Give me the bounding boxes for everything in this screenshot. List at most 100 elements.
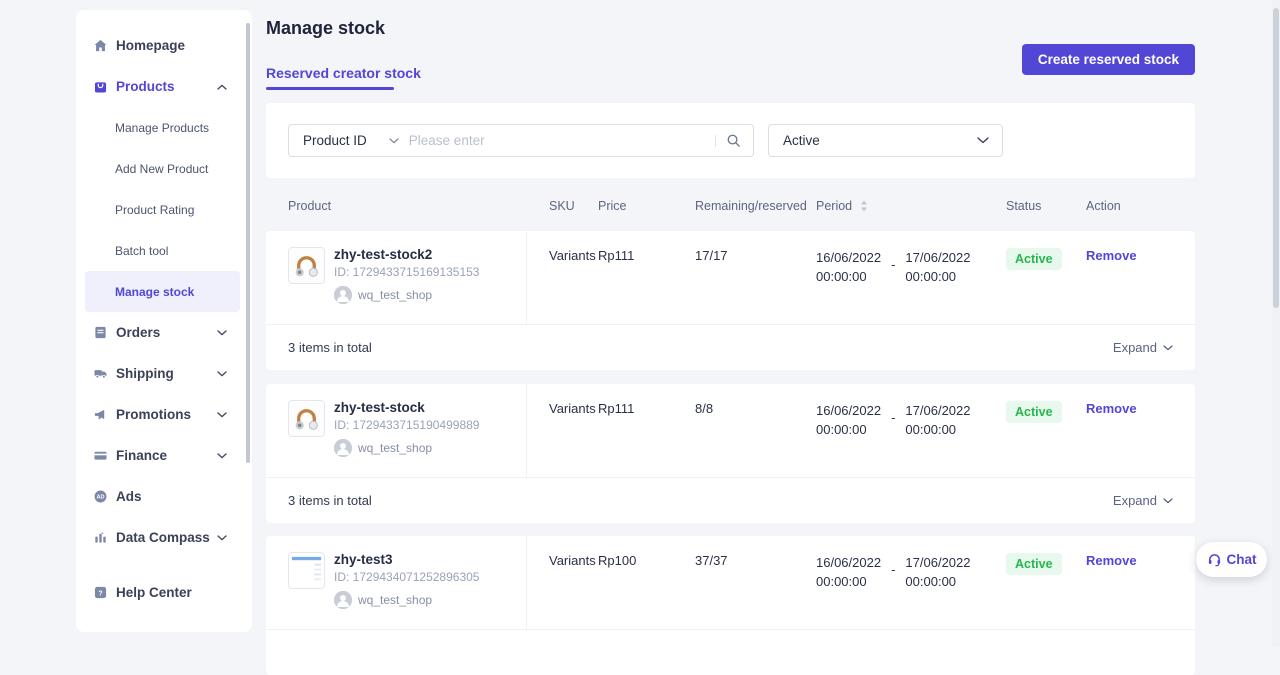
column-header-period-label: Period xyxy=(816,199,852,213)
sidebar-item-homepage[interactable]: Homepage xyxy=(76,25,252,66)
sidebar-item-batch-tool[interactable]: Batch tool xyxy=(76,230,252,271)
tab-reserved-creator-stock[interactable]: Reserved creator stock xyxy=(266,65,421,81)
expand-button[interactable]: Expand xyxy=(1113,340,1173,355)
product-id: ID: 1729434071252896305 xyxy=(334,570,479,584)
remaining-value: 17/17 xyxy=(695,231,816,324)
svg-text:AD: AD xyxy=(96,495,104,501)
shop-avatar xyxy=(334,439,352,457)
status-cell: Active xyxy=(1006,536,1086,629)
product-cell: zhy-test-stock2 ID: 1729433715169135153 … xyxy=(266,231,527,324)
action-cell: Remove xyxy=(1086,231,1195,324)
sidebar-item-label: Products xyxy=(116,79,175,94)
period-start-date: 16/06/2022 xyxy=(816,553,881,572)
period-end-date: 17/06/2022 xyxy=(905,401,970,420)
period-end: 17/06/2022 00:00:00 xyxy=(905,248,970,286)
remove-button[interactable]: Remove xyxy=(1086,401,1137,416)
product-id: ID: 1729433715190499889 xyxy=(334,418,479,432)
product-cell: zhy-test3 ID: 1729434071252896305 wq_tes… xyxy=(266,536,527,629)
sidebar-item-promotions[interactable]: Promotions xyxy=(76,394,252,435)
period-end-time: 00:00:00 xyxy=(905,572,970,591)
shop-row: wq_test_shop xyxy=(334,286,479,304)
group-footer xyxy=(266,629,1195,675)
product-id: ID: 1729433715169135153 xyxy=(334,265,479,279)
column-header-product: Product xyxy=(266,199,527,213)
chevron-down-icon xyxy=(217,412,227,418)
sku-value: Variants xyxy=(527,231,598,324)
column-header-remaining: Remaining/reserved xyxy=(695,199,816,213)
stock-group: zhy-test-stock2 ID: 1729433715169135153 … xyxy=(266,231,1195,370)
sidebar-item-add-new-product[interactable]: Add New Product xyxy=(76,148,252,189)
sidebar-item-help-center[interactable]: ? Help Center xyxy=(76,572,252,613)
sidebar-item-label: Ads xyxy=(116,489,142,504)
product-name[interactable]: zhy-test-stock2 xyxy=(334,247,479,262)
sidebar-item-product-rating[interactable]: Product Rating xyxy=(76,189,252,230)
shop-avatar xyxy=(334,286,352,304)
period-start: 16/06/2022 00:00:00 xyxy=(816,401,881,439)
search-input[interactable] xyxy=(409,133,715,148)
page-scrollbar-thumb[interactable] xyxy=(1273,8,1279,308)
chat-button[interactable]: Chat xyxy=(1196,542,1267,577)
sort-icon[interactable] xyxy=(860,200,868,212)
period-start: 16/06/2022 00:00:00 xyxy=(816,553,881,591)
expand-label: Expand xyxy=(1113,340,1157,355)
sidebar-item-label: Data Compass xyxy=(116,530,210,545)
status-filter-select[interactable]: Active xyxy=(768,124,1003,157)
chevron-up-icon xyxy=(217,84,227,90)
period-cell: 16/06/2022 00:00:00 - 17/06/2022 00:00:0… xyxy=(816,384,1006,477)
product-info: zhy-test-stock2 ID: 1729433715169135153 … xyxy=(334,247,479,324)
product-info: zhy-test3 ID: 1729434071252896305 wq_tes… xyxy=(334,552,479,629)
sidebar-item-label: Orders xyxy=(116,325,160,340)
period-end-date: 17/06/2022 xyxy=(905,553,970,572)
sidebar-item-label: Product Rating xyxy=(115,203,194,217)
period-start-time: 00:00:00 xyxy=(816,572,881,591)
sidebar-item-label: Help Center xyxy=(116,585,192,600)
column-header-price: Price xyxy=(598,199,695,213)
period-end-time: 00:00:00 xyxy=(905,420,970,439)
product-name[interactable]: zhy-test-stock xyxy=(334,400,479,415)
remaining-value: 8/8 xyxy=(695,384,816,477)
create-reserved-stock-button[interactable]: Create reserved stock xyxy=(1022,44,1195,75)
sidebar-item-label: Batch tool xyxy=(115,244,168,258)
product-name[interactable]: zhy-test3 xyxy=(334,552,479,567)
sidebar-item-shipping[interactable]: Shipping xyxy=(76,353,252,394)
remove-button[interactable]: Remove xyxy=(1086,553,1137,568)
shop-row: wq_test_shop xyxy=(334,439,479,457)
sidebar-item-orders[interactable]: Orders xyxy=(76,312,252,353)
sidebar-item-finance[interactable]: Finance xyxy=(76,435,252,476)
search-icon[interactable] xyxy=(726,133,753,148)
truck-icon xyxy=(94,367,107,380)
period-start-time: 00:00:00 xyxy=(816,267,881,286)
table-row: zhy-test-stock2 ID: 1729433715169135153 … xyxy=(266,231,1195,324)
ads-icon: AD xyxy=(94,490,107,503)
column-header-sku: SKU xyxy=(527,199,598,213)
tab-active-underline xyxy=(266,87,394,90)
remove-button[interactable]: Remove xyxy=(1086,248,1137,263)
chat-label: Chat xyxy=(1227,552,1257,567)
column-header-period: Period xyxy=(816,199,1006,213)
sidebar-item-products[interactable]: Products xyxy=(76,66,252,107)
stock-group: zhy-test3 ID: 1729434071252896305 wq_tes… xyxy=(266,536,1195,675)
sidebar-item-ads[interactable]: AD Ads xyxy=(76,476,252,517)
search-field-selector-value: Product ID xyxy=(303,133,367,148)
headset-icon xyxy=(1207,552,1222,567)
period-cell: 16/06/2022 00:00:00 - 17/06/2022 00:00:0… xyxy=(816,536,1006,629)
expand-button[interactable]: Expand xyxy=(1113,493,1173,508)
price-value: Rp100 xyxy=(598,536,695,629)
action-cell: Remove xyxy=(1086,384,1195,477)
period-end: 17/06/2022 00:00:00 xyxy=(905,553,970,591)
sidebar-item-manage-stock[interactable]: Manage stock xyxy=(85,271,240,312)
shop-name: wq_test_shop xyxy=(358,288,432,302)
period-start-date: 16/06/2022 xyxy=(816,401,881,420)
search-field-selector[interactable]: Product ID xyxy=(289,125,409,156)
search-box: Product ID xyxy=(288,124,754,157)
megaphone-icon xyxy=(94,408,107,421)
remaining-value: 37/37 xyxy=(695,536,816,629)
status-cell: Active xyxy=(1006,231,1086,324)
sidebar-scrollbar[interactable] xyxy=(246,23,250,463)
shop-row: wq_test_shop xyxy=(334,591,479,609)
main-content: Manage stock Create reserved stock Reser… xyxy=(266,0,1195,647)
sidebar-item-data-compass[interactable]: Data Compass xyxy=(76,517,252,558)
sidebar-item-manage-products[interactable]: Manage Products xyxy=(76,107,252,148)
sku-value: Variants xyxy=(527,536,598,629)
group-footer: 3 items in total Expand xyxy=(266,477,1195,523)
